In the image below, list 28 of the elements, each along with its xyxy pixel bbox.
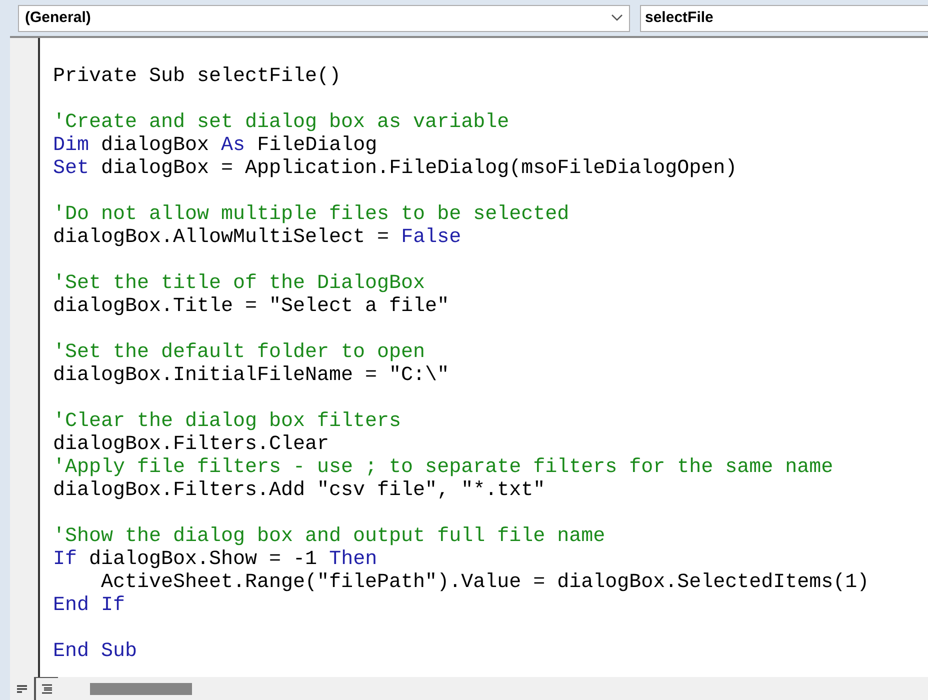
code-line: If dialogBox.Show = -1 Then <box>53 548 378 571</box>
dropdown-value: selectFile <box>645 8 714 28</box>
code-line: 'Clear the dialog box filters <box>53 410 402 433</box>
procedure-dropdown[interactable]: selectFile <box>640 4 928 32</box>
code-line: Dim dialogBox As FileDialog <box>53 134 378 157</box>
code-line: 'Show the dialog box and output full file name <box>53 525 606 548</box>
code-line: 'Do not allow multiple files to be selected <box>53 203 570 226</box>
code-line: 'Set the default folder to open <box>53 341 426 364</box>
code-line: dialogBox.Filters.Add "csv file", "*.txt" <box>53 479 546 502</box>
code-line: 'Apply file filters - use ; to separate filters for the same name <box>53 456 834 479</box>
full-module-view-button[interactable] <box>34 677 58 700</box>
dropdown-value: (General) <box>25 8 91 28</box>
code-line: Private Sub selectFile() <box>53 65 342 88</box>
lines-icon <box>17 684 27 692</box>
code-line: End If <box>53 594 126 617</box>
object-dropdown[interactable]: (General) <box>18 4 630 32</box>
code-line: Set dialogBox = Application.FileDialog(msoFileDialogOpen) <box>53 157 738 180</box>
code-line: dialogBox.InitialFileName = "C:\" <box>53 364 450 387</box>
code-line: ActiveSheet.Range("filePath").Value = dialogBox.SelectedItems(1) <box>100 571 870 594</box>
code-line: 'Set the title of the DialogBox <box>53 272 426 295</box>
code-line: dialogBox.AllowMultiSelect = False <box>53 226 462 249</box>
code-line: dialogBox.Filters.Clear <box>53 433 330 456</box>
scrollbar-thumb[interactable] <box>90 682 192 694</box>
code-line: End Sub <box>53 640 138 663</box>
code-line: dialogBox.Title = "Select a file" <box>53 295 450 318</box>
chevron-down-icon <box>611 14 623 22</box>
lines-icon <box>42 684 52 694</box>
code-line: 'Create and set dialog box as variable <box>53 111 510 134</box>
